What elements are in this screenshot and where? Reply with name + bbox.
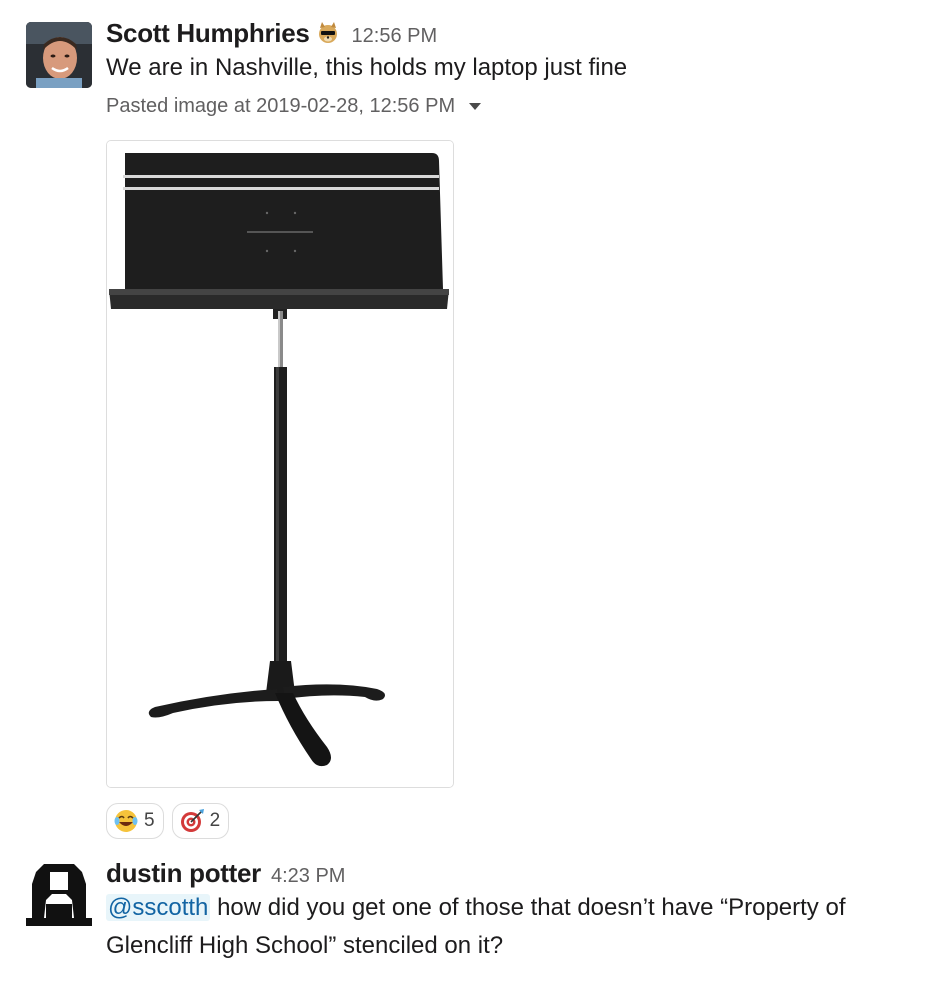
dart-icon <box>180 809 204 832</box>
chevron-down-icon[interactable] <box>469 103 482 110</box>
attachment-meta: Pasted image at 2019-02-28, 12:56 PM <box>106 95 938 118</box>
message-text: @sscotth how did you get one of those th… <box>106 889 938 927</box>
joy-icon <box>114 810 138 832</box>
message-text-line2: Glencliff High School” stenciled on it? <box>106 932 504 959</box>
author-name[interactable]: Scott Humphries <box>106 18 310 49</box>
reactions-bar: 5 2 <box>106 803 230 839</box>
message-text-line1: how did you get one of those that doesn’… <box>210 894 846 921</box>
user-mention[interactable]: @sscotth <box>106 894 211 921</box>
author-name[interactable]: dustin potter <box>106 858 261 889</box>
avatar-photo <box>26 22 92 88</box>
reaction-count: 5 <box>144 810 155 831</box>
message-dustin: dustin potter 4:23 PM @sscotth how did y… <box>0 850 942 982</box>
avatar-pixel-art <box>26 860 92 926</box>
sunglasses-dog-icon[interactable] <box>316 21 340 45</box>
music-stand-image <box>107 141 453 787</box>
reaction-count: 2 <box>209 810 221 831</box>
reaction-dart[interactable]: 2 <box>171 803 230 839</box>
message-text: We are in Nashville, this holds my lapto… <box>106 54 628 81</box>
timestamp[interactable]: 12:56 PM <box>352 25 438 48</box>
message-scott: Scott Humphries 12:56 PM We are in Nashv… <box>0 0 942 850</box>
avatar[interactable] <box>26 22 92 88</box>
reaction-joy[interactable]: 5 <box>106 803 164 839</box>
avatar[interactable] <box>26 860 92 926</box>
attachment-name[interactable]: Pasted image at 2019-02-28, 12:56 PM <box>106 95 455 118</box>
attachment-image[interactable] <box>106 140 454 788</box>
timestamp[interactable]: 4:23 PM <box>271 865 345 888</box>
